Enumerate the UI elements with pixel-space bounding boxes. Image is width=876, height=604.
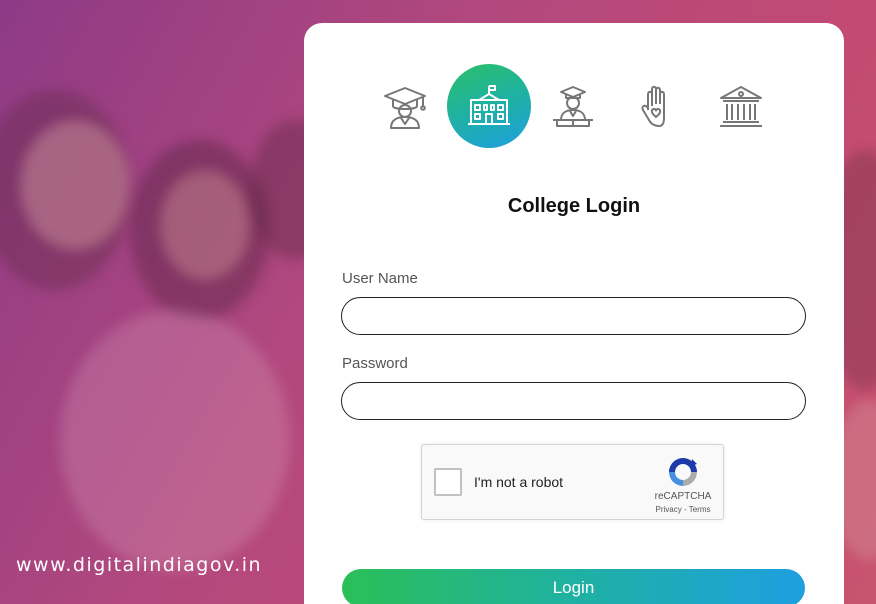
bank-building-icon	[720, 86, 762, 127]
watermark-text: www.digitalindiagov.in	[16, 554, 263, 576]
password-input[interactable]	[341, 382, 806, 420]
recaptcha-label: I'm not a robot	[474, 474, 564, 490]
graduate-icon	[384, 87, 426, 129]
recaptcha-checkbox[interactable]	[434, 468, 462, 496]
college-building-icon	[468, 85, 510, 125]
role-college[interactable]	[447, 64, 531, 148]
form-title: College Login	[507, 195, 641, 217]
recaptcha-brand: reCAPTCHA	[654, 491, 712, 502]
username-label: User Name	[342, 270, 418, 287]
role-teacher[interactable]	[531, 64, 615, 148]
role-student[interactable]	[363, 64, 447, 148]
password-label: Password	[342, 355, 408, 372]
recaptcha-privacy-terms-links[interactable]: Privacy - Terms	[638, 505, 728, 514]
login-button[interactable]: Login	[342, 569, 805, 604]
role-institution[interactable]	[699, 64, 783, 148]
recaptcha-widget: I'm not a robot reCAPTCHA Privacy - Term…	[421, 444, 724, 520]
username-input[interactable]	[341, 297, 806, 335]
login-card: College Login User Name Password I'm not…	[304, 23, 844, 604]
hand-heart-icon	[641, 85, 665, 127]
recaptcha-logo-icon	[669, 458, 697, 486]
teacher-icon	[553, 86, 593, 127]
role-selector	[304, 64, 844, 148]
role-volunteer[interactable]	[615, 64, 699, 148]
